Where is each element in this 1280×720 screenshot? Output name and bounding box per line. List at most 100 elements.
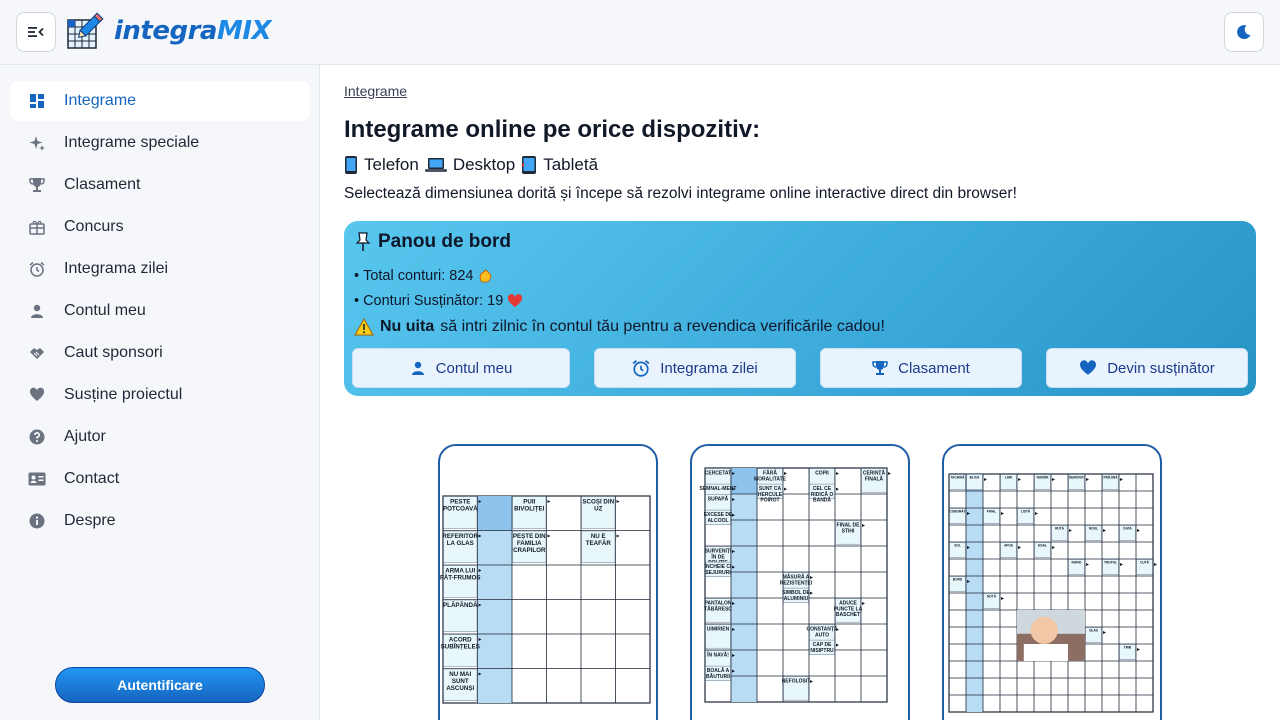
- logo-accent-text: MIX: [216, 16, 272, 46]
- clue-text: SUBÎNȚELES: [441, 643, 480, 651]
- clue-text: EGAL: [1038, 544, 1047, 548]
- clue-text: BIVOLIȚEI: [514, 506, 545, 513]
- sidebar-item-integrama-zilei[interactable]: Integrama zilei: [10, 249, 310, 289]
- clue-text: UZ: [594, 506, 602, 513]
- panel-button-clasament[interactable]: Clasament: [820, 348, 1022, 388]
- panel-button-devin-sustinator[interactable]: Devin susținător: [1046, 348, 1248, 388]
- info-icon: [28, 512, 46, 530]
- active-cell: [477, 496, 512, 531]
- clue-text: ALCOOL: [707, 518, 728, 524]
- clue-text: COBORÂT: [949, 509, 965, 514]
- supporter-accounts-value: 19: [487, 293, 504, 309]
- clue-text: ACORD: [449, 637, 472, 644]
- sidebar-item-sustine-proiectul[interactable]: Susține proiectul: [10, 375, 310, 415]
- sidebar-item-label: Clasament: [64, 176, 141, 193]
- alarm-clock-icon: [632, 360, 650, 377]
- panel-button-integrama-zilei[interactable]: Integrama zilei: [594, 348, 796, 388]
- sidebar-item-integrame-speciale[interactable]: Integrame speciale: [10, 123, 310, 163]
- panel-button-label: Clasament: [898, 359, 970, 377]
- sidebar-item-label: Concurs: [64, 218, 124, 235]
- clue-text: NOUL: [1089, 527, 1098, 531]
- clue-text: REZISTENȚEI: [780, 580, 813, 586]
- person-icon: [411, 361, 424, 375]
- clue-text: AUTO: [815, 632, 829, 638]
- dashboard-panel: Panou de bord • Total conturi: 824 • Con…: [344, 221, 1256, 396]
- puzzle-card-medium[interactable]: CERCETAT FĂRĂ MORALITATE SUNT CA HERCULE POIR…: [690, 444, 910, 720]
- crossword-preview: CERCETAT FĂRĂMORALITATESUNT CAHERCULEPOIR…: [700, 467, 891, 703]
- clue-text: SEMNAL-MENT: [700, 486, 737, 492]
- sidebar-item-caut-sponsori[interactable]: Caut sponsori: [10, 333, 310, 373]
- sidebar-item-clasament[interactable]: Clasament: [10, 165, 310, 205]
- clue-text: SUPAPĂ: [708, 496, 729, 503]
- reminder-bold-text: Nu uita: [380, 318, 435, 335]
- highlighted-word-column: [731, 468, 757, 702]
- clue-text: FAMILIA: [517, 540, 542, 547]
- clue-text: NISIPTRU: [810, 648, 834, 654]
- panel-title-text: Panou de bord: [378, 231, 511, 252]
- clue-text: TRIB: [1124, 646, 1132, 650]
- crossword-preview: PESTEPOTCOAVĂ REFERITORLA GLAS PUIIBIVOLIȚ…: [440, 495, 651, 704]
- clue-direction-arrow: [1154, 563, 1157, 566]
- clue-text: LA GLAS: [447, 540, 474, 547]
- sidebar-item-integrame[interactable]: Integrame: [10, 81, 310, 121]
- puzzle-card-large[interactable]: TACHINĂ BLICA LARI NUMĂR DEMONIC PRĂJINĂ COBOR…: [942, 444, 1162, 720]
- trophy-icon: [28, 176, 46, 194]
- sidebar-item-despre[interactable]: Despre: [10, 501, 310, 541]
- clue-text: LARI: [1005, 476, 1013, 480]
- trophy-icon: [872, 361, 888, 375]
- clue-text: REFERITOR: [442, 533, 478, 540]
- puzzle-photo-face: [1030, 616, 1058, 644]
- clue-text: NEFOLOSIT: [782, 679, 811, 685]
- clue-text: TEAFĂR: [586, 540, 612, 547]
- person-icon: [28, 302, 46, 320]
- device-desktop-label: Desktop: [452, 155, 516, 174]
- warning-icon: [354, 318, 374, 336]
- handshake-icon: [28, 344, 46, 362]
- sidebar-item-ajutor[interactable]: Ajutor: [10, 417, 310, 457]
- clue-text: BANDĂ: [813, 497, 831, 504]
- clue-text: FINALĂ: [865, 475, 884, 482]
- crossword-pencil-icon: [67, 12, 104, 49]
- clue-text: PLĂPÂNDĂ: [443, 602, 478, 609]
- puzzle-card-small[interactable]: PESTE POTCOAVĂ REFERITOR LA GLAS PUII BIVOLIȚ…: [438, 444, 658, 720]
- sidebar-item-label: Integrame speciale: [64, 134, 200, 151]
- heart-icon: [1080, 360, 1097, 375]
- login-button[interactable]: Autentificare: [55, 667, 265, 703]
- menu-toggle-button[interactable]: [16, 12, 56, 52]
- clue-text: NU MAI: [449, 671, 471, 678]
- clue-text: SOL: [954, 544, 961, 548]
- sidebar-item-contact[interactable]: Contact: [10, 459, 310, 499]
- clue-text: PRĂJINĂ: [1104, 475, 1119, 480]
- crossword-preview: TACHINĂ BLICA LARI NUMĂR DEMONIC PRĂJINĂ COBOR…: [948, 473, 1157, 713]
- clue-text: TRUPUL: [1104, 561, 1117, 565]
- total-accounts-value: 824: [449, 268, 474, 284]
- site-logo[interactable]: integraMIX: [66, 12, 272, 50]
- clue-text: POIROT: [760, 498, 779, 504]
- clue-text: CUTĂ: [1140, 560, 1150, 565]
- sidebar-item-label: Contul meu: [64, 302, 146, 319]
- panel-button-contul-meu[interactable]: Contul meu: [352, 348, 570, 388]
- clue-text: NU E: [591, 533, 606, 540]
- moon-icon: [1237, 25, 1251, 40]
- top-bar: integraMIX: [0, 0, 1280, 65]
- clue-text: DEMONIC: [1069, 476, 1085, 480]
- daily-reminder: Nu uita să intri zilnic în contul tău pe…: [354, 318, 885, 336]
- sidebar-item-concurs[interactable]: Concurs: [10, 207, 310, 247]
- device-tablet-label: Tabletă: [543, 155, 599, 174]
- page-title: Integrame online pe orice dispozitiv:: [344, 116, 761, 143]
- clue-text: ARMA LUI: [445, 568, 475, 575]
- puzzle-photo-shirt: [1023, 644, 1068, 661]
- gift-box-icon: [28, 218, 46, 236]
- phone-icon: [345, 156, 357, 174]
- sidebar-item-contul-meu[interactable]: Contul meu: [10, 291, 310, 331]
- total-accounts-stat: • Total conturi: 824: [354, 268, 494, 284]
- supporter-accounts-stat: • Conturi Susținător: 19: [354, 293, 523, 309]
- theme-toggle-button[interactable]: [1224, 12, 1264, 52]
- logo-wordmark: integraMIX: [114, 16, 272, 46]
- sidebar-item-label: Caut sponsori: [64, 344, 163, 361]
- clue-text: FĂT-FRUMOS: [440, 575, 481, 582]
- clue-text: SEJURURI: [705, 570, 731, 576]
- clue-text: TACHINĂ: [950, 475, 965, 480]
- breadcrumb[interactable]: Integrame: [344, 83, 407, 99]
- supporter-accounts-label: Conturi Susținător:: [363, 293, 484, 309]
